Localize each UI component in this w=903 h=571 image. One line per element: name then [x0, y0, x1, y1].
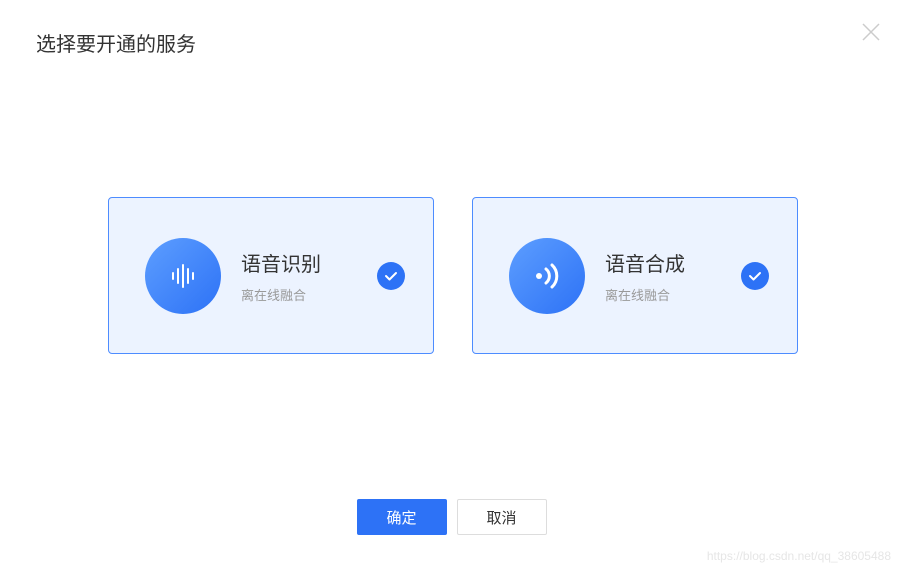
asr-icon — [145, 238, 221, 314]
service-subtitle: 离在线融合 — [605, 285, 741, 304]
service-subtitle: 离在线融合 — [241, 285, 377, 304]
card-text: 语音合成 离在线融合 — [605, 248, 741, 304]
service-title: 语音合成 — [605, 248, 741, 277]
service-title: 语音识别 — [241, 248, 377, 277]
confirm-button[interactable]: 确定 — [357, 499, 447, 535]
dialog-buttons: 确定 取消 — [357, 499, 547, 535]
card-text: 语音识别 离在线融合 — [241, 248, 377, 304]
tts-icon — [509, 238, 585, 314]
selected-check-icon — [377, 262, 405, 290]
service-card-asr[interactable]: 语音识别 离在线融合 — [108, 197, 434, 354]
close-button[interactable] — [859, 20, 883, 44]
close-icon — [859, 20, 883, 44]
cancel-button[interactable]: 取消 — [457, 499, 547, 535]
selected-check-icon — [741, 262, 769, 290]
dialog-title: 选择要开通的服务 — [36, 28, 196, 57]
watermark-text: https://blog.csdn.net/qq_38605488 — [707, 549, 891, 563]
service-card-tts[interactable]: 语音合成 离在线融合 — [472, 197, 798, 354]
services-container: 语音识别 离在线融合 语音合成 离在线融合 — [108, 197, 798, 354]
